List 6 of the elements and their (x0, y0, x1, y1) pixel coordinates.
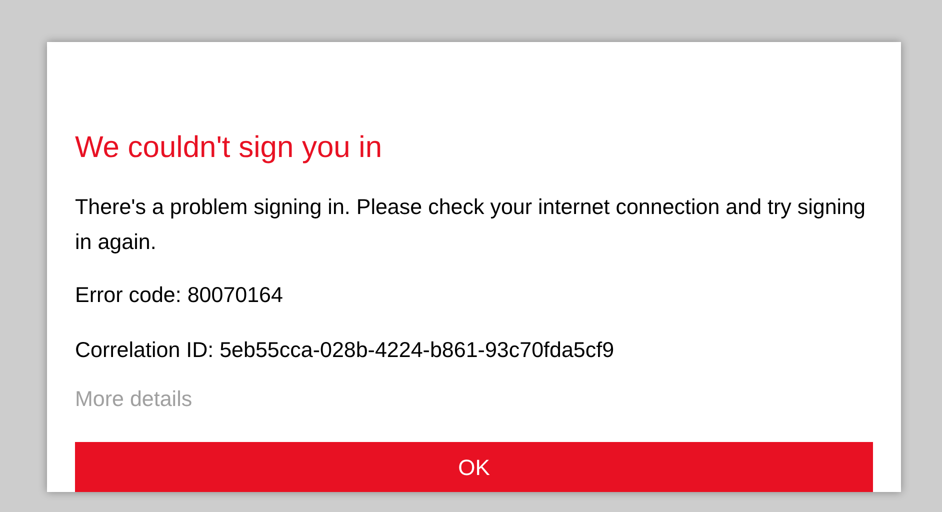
more-details-link[interactable]: More details (75, 384, 192, 414)
error-detail: Correlation ID: 5eb55cca-028b-4224-b861-93c70fda5cf9 (75, 337, 616, 364)
dialog-title: We couldn't sign you in (75, 130, 384, 166)
error-message: There's a problem signing in. Please check your internet connection and try signing in again. (75, 194, 866, 256)
error-detail: Error code: 80070164 (75, 282, 284, 309)
ok-button[interactable]: OK (75, 442, 873, 492)
